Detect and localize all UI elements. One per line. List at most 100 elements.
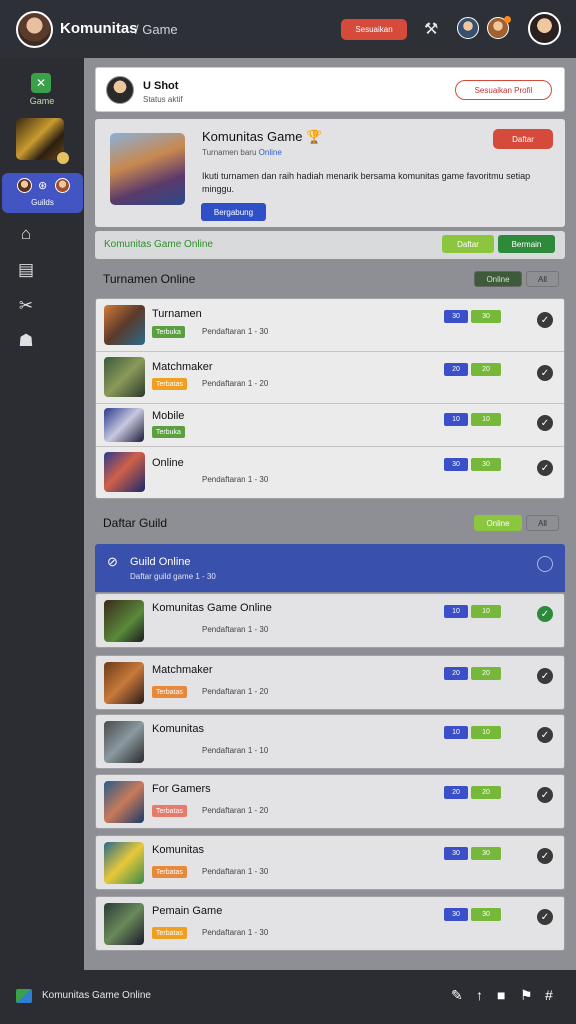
home-icon[interactable]: ⌂ — [16, 224, 36, 244]
filter-online-button[interactable]: Online — [474, 271, 522, 287]
tools-icon[interactable]: ✂ — [16, 296, 36, 316]
guild-header-bar[interactable]: ⊘ Guild Online Daftar guild game 1 - 30 — [95, 544, 565, 592]
tournament-title: Online — [152, 457, 184, 469]
guild-card[interactable]: For Gamers Terbatas Pendaftaran 1 - 20 20 20… — [95, 774, 565, 829]
profile-card-avatar[interactable] — [106, 76, 134, 104]
guild-title: Komunitas — [152, 723, 204, 735]
check-icon[interactable]: ✓ — [537, 727, 553, 743]
top-action-label: Sesuaikan — [355, 25, 393, 34]
tournament-thumbnail — [104, 408, 144, 442]
check-icon[interactable]: ✓ — [537, 909, 553, 925]
trophy-icon: 🏆 — [306, 129, 323, 144]
table-row[interactable]: Online Pendaftaran 1 - 30 30 30 ✓ — [96, 447, 564, 499]
guild-thumbnail — [104, 842, 144, 884]
guild-card[interactable]: Komunitas Pendaftaran 1 - 10 10 10 ✓ — [95, 714, 565, 769]
guild-title: Pemain Game — [152, 905, 223, 917]
tournament-count-badge: 20 — [444, 363, 468, 376]
tournament-thumbnail — [104, 357, 145, 397]
strip-register-button[interactable]: Daftar — [442, 235, 494, 253]
guild-count-badge: 30 — [444, 908, 468, 921]
guild-thumbnail — [104, 600, 144, 642]
list-icon[interactable]: ▤ — [16, 260, 36, 280]
notification-dot — [504, 16, 511, 23]
check-icon[interactable]: ✓ — [537, 460, 553, 476]
flag-icon[interactable]: ⚑ — [520, 987, 533, 1004]
profile-avatar[interactable] — [528, 12, 561, 45]
tournament-count-badge: 30 — [444, 458, 468, 471]
up-arrow-icon[interactable]: ↑ — [476, 987, 483, 1003]
register-button-label: Daftar — [512, 134, 534, 144]
guild-filter-online-button[interactable]: Online — [474, 515, 522, 531]
table-row[interactable]: Turnamen Terbuka Pendaftaran 1 - 30 30 3… — [96, 299, 564, 352]
game-logo-icon[interactable]: ✕ — [31, 73, 51, 93]
check-icon[interactable]: ✓ — [537, 415, 553, 431]
customize-profile-button[interactable]: Sesuaikan Profil — [455, 80, 552, 100]
guild-card[interactable]: Matchmaker Terbatas Pendaftaran 1 - 20 20 20… — [95, 655, 565, 710]
tournament-thumbnail — [104, 305, 145, 345]
tournament-tag: Terbuka — [152, 426, 185, 438]
register-button[interactable]: Daftar — [493, 129, 553, 149]
filter-all-button[interactable]: All — [526, 271, 559, 287]
guild-meta: Pendaftaran 1 - 30 — [202, 867, 269, 876]
guild-avatar-2 — [55, 178, 70, 193]
strip-play-label: Bermain — [511, 239, 542, 249]
guild-avatar-1 — [17, 178, 32, 193]
guild-card[interactable]: Komunitas Terbatas Pendaftaran 1 - 30 30 30 ✓ — [95, 835, 565, 890]
tournament-count-badge: 30 — [444, 310, 468, 323]
sidebar: ✕ Game ⊛ Guilds ⌂ ▤ ✂ ☗ — [0, 58, 84, 970]
table-row[interactable]: Mobile Terbuka 10 10 ✓ — [96, 404, 564, 447]
gamepad-icon[interactable]: ☗ — [16, 331, 36, 351]
top-action-button[interactable]: Sesuaikan — [341, 19, 407, 40]
sidebar-item-guilds[interactable]: ⊛ Guilds — [2, 173, 83, 213]
profile-name: U Shot — [143, 80, 179, 92]
expand-icon[interactable] — [537, 556, 553, 572]
promo-description: Ikuti turnamen dan raih hadiah menarik b… — [202, 171, 531, 194]
page-icon[interactable]: ■ — [497, 987, 505, 1003]
guild-slots-badge: 30 — [471, 908, 501, 921]
guild-count-badge: 20 — [444, 667, 468, 680]
guild-count-badge: 10 — [444, 726, 468, 739]
user-avatar[interactable] — [16, 11, 53, 48]
friend-avatar-2[interactable] — [487, 16, 511, 39]
bottom-bar: Komunitas Game Online ✎ ↑ ■ ⚑ # — [0, 970, 576, 1024]
guild-slots-badge: 10 — [471, 726, 501, 739]
guild-title: Matchmaker — [152, 664, 213, 676]
guild-meta: Pendaftaran 1 - 20 — [202, 806, 269, 815]
strip-play-button[interactable]: Bermain — [498, 235, 555, 253]
tournament-slots-badge: 30 — [471, 310, 501, 323]
guild-thumbnail — [104, 903, 144, 945]
tournament-meta: Pendaftaran 1 - 30 — [202, 327, 269, 336]
tournament-list: Turnamen Terbuka Pendaftaran 1 - 30 30 3… — [95, 298, 565, 499]
grid-icon[interactable]: # — [545, 987, 553, 1003]
guild-card[interactable]: Komunitas Game Online Pendaftaran 1 - 30 1… — [95, 593, 565, 648]
check-icon[interactable]: ✓ — [537, 312, 553, 328]
guild-tag: Terbatas — [152, 866, 187, 878]
guild-header-title: Guild Online — [130, 556, 191, 568]
pin-icon[interactable]: ✎ — [451, 987, 463, 1004]
footer-text: Komunitas Game Online — [42, 990, 151, 1001]
check-icon[interactable]: ✓ — [537, 606, 553, 622]
friend-avatar-1[interactable] — [457, 17, 479, 39]
join-button[interactable]: Bergabung — [201, 203, 266, 221]
wrench-icon[interactable]: ⚒ — [424, 19, 438, 39]
guild-filter-all-button[interactable]: All — [526, 515, 559, 531]
thumbnail-badge — [56, 151, 70, 165]
guild-card[interactable]: Pemain Game Terbatas Pendaftaran 1 - 30 30 3… — [95, 896, 565, 951]
check-icon[interactable]: ✓ — [537, 787, 553, 803]
table-row[interactable]: Matchmaker Terbatas Pendaftaran 1 - 20 2… — [96, 352, 564, 404]
guild-tag: Terbatas — [152, 927, 187, 939]
guild-title: Komunitas — [152, 844, 204, 856]
check-icon[interactable]: ✓ — [537, 365, 553, 381]
app-title: Komunitas — [60, 20, 138, 37]
check-icon[interactable]: ✓ — [537, 848, 553, 864]
sidebar-game-thumbnail[interactable] — [16, 118, 70, 165]
tournament-title: Turnamen — [152, 308, 202, 320]
tournament-meta: Pendaftaran 1 - 30 — [202, 475, 269, 484]
check-icon[interactable]: ✓ — [537, 668, 553, 684]
strip-register-label: Daftar — [457, 239, 479, 249]
guild-filter-online-label: Online — [486, 518, 510, 528]
link-icon: ⊛ — [38, 180, 48, 192]
guild-slots-badge: 20 — [471, 786, 501, 799]
guild-thumbnail — [104, 721, 144, 763]
profile-card: U Shot Status aktif Sesuaikan Profil — [95, 67, 565, 112]
